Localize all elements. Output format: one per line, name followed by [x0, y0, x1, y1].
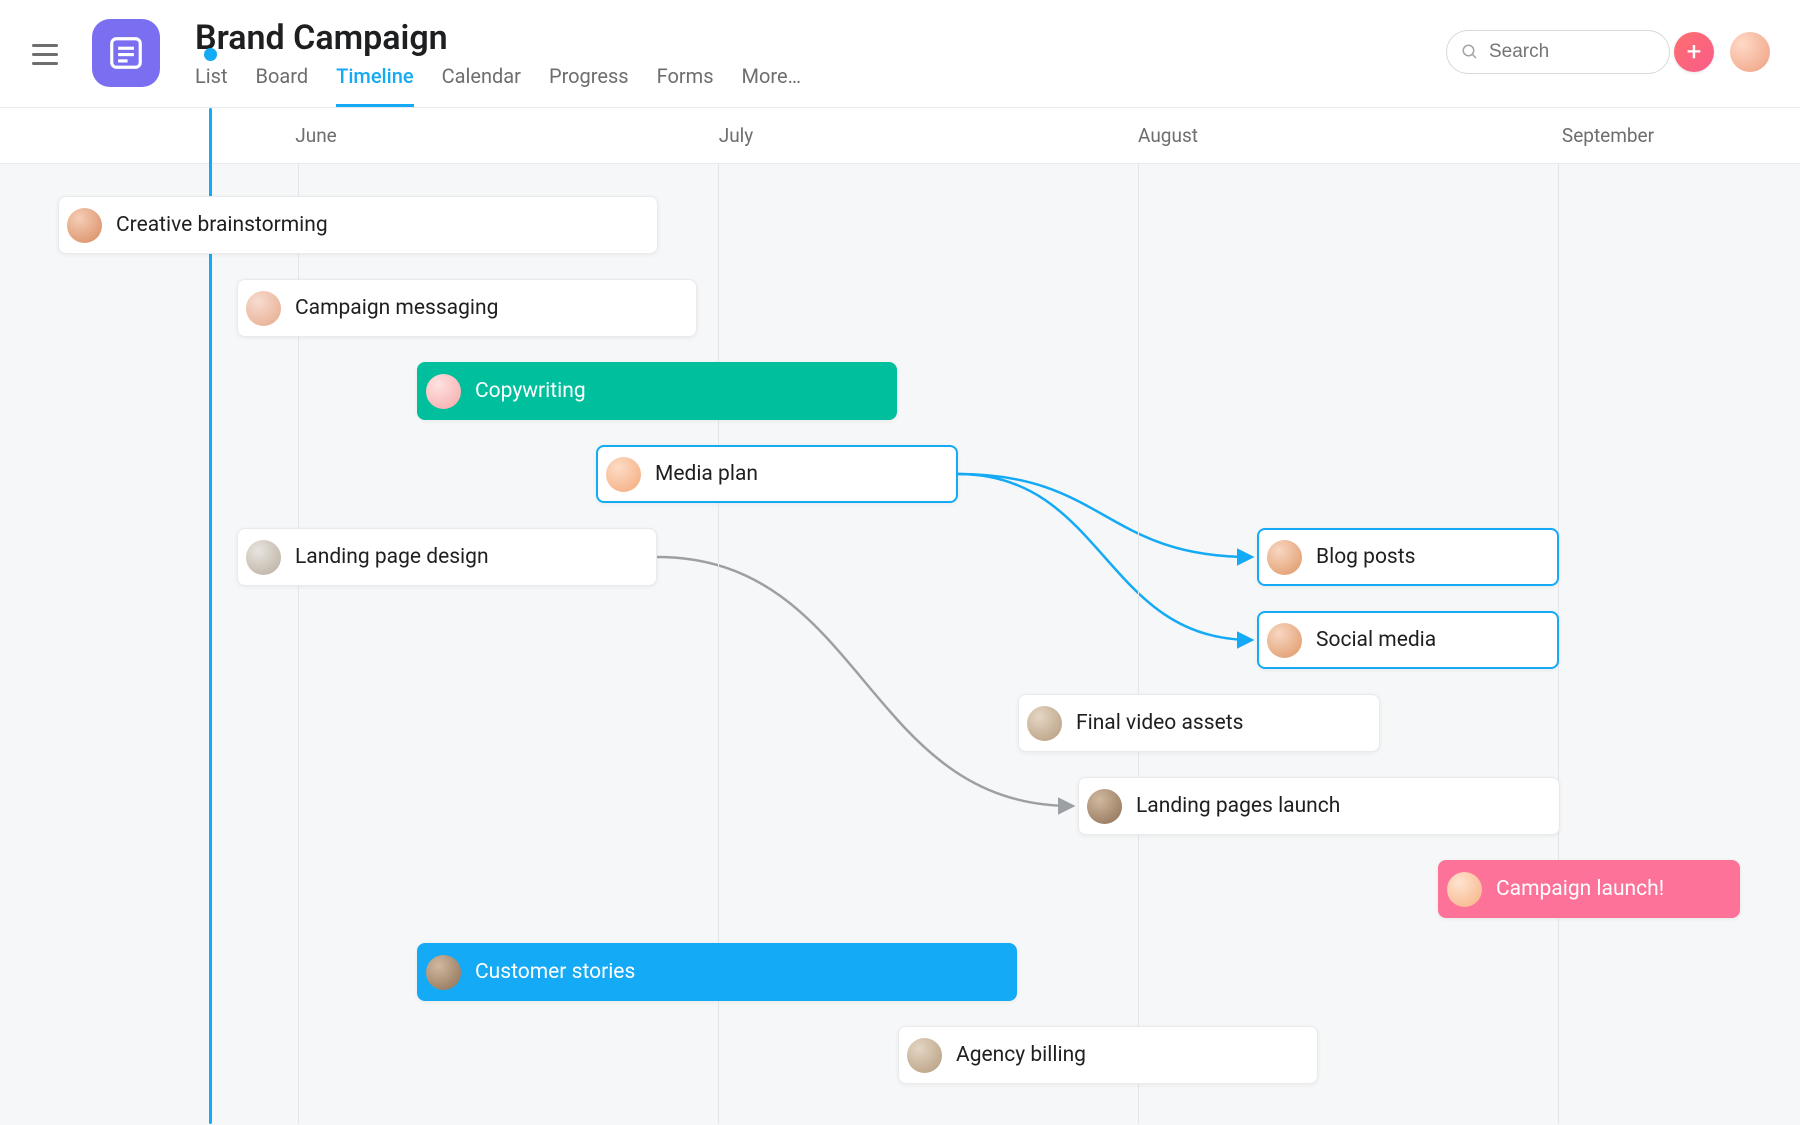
task-card[interactable]: Final video assets — [1018, 694, 1380, 752]
task-label: Blog posts — [1316, 545, 1415, 569]
task-label: Agency billing — [956, 1043, 1086, 1067]
month-label: August — [1138, 124, 1198, 147]
month-label: June — [295, 124, 337, 147]
task-card[interactable]: Customer stories — [417, 943, 1017, 1001]
tab-timeline[interactable]: Timeline — [336, 64, 413, 107]
task-card[interactable]: Blog posts — [1257, 528, 1559, 586]
list-icon — [107, 34, 145, 72]
month-gridline — [1138, 164, 1139, 1124]
assignee-avatar[interactable] — [246, 540, 281, 575]
month-label: September — [1562, 124, 1654, 147]
task-card[interactable]: Landing pages launch — [1078, 777, 1560, 835]
project-icon[interactable] — [92, 19, 160, 87]
task-label: Customer stories — [475, 960, 635, 984]
task-label: Copywriting — [475, 379, 586, 403]
tab-calendar[interactable]: Calendar — [442, 64, 521, 107]
app-header: Brand Campaign List Board Timeline Calendar… — [0, 0, 1800, 108]
assignee-avatar[interactable] — [1267, 623, 1302, 658]
current-user-avatar[interactable] — [1730, 32, 1770, 72]
tab-forms[interactable]: Forms — [657, 64, 714, 107]
dependency-arrow — [958, 474, 1251, 557]
task-card[interactable]: Campaign messaging — [237, 279, 697, 337]
timeline-body[interactable]: Creative brainstorming Campaign messaging… — [0, 164, 1800, 1124]
search-icon — [1461, 43, 1479, 61]
dependency-arrow — [657, 557, 1072, 806]
task-card[interactable]: Agency billing — [898, 1026, 1318, 1084]
add-button[interactable]: + — [1674, 32, 1714, 72]
task-label: Campaign launch! — [1496, 877, 1664, 901]
assignee-avatar[interactable] — [907, 1038, 942, 1073]
view-tabs: List Board Timeline Calendar Progress Forms Mo… — [195, 64, 801, 107]
task-label: Media plan — [655, 462, 758, 486]
task-label: Social media — [1316, 628, 1436, 652]
assignee-avatar[interactable] — [1027, 706, 1062, 741]
assignee-avatar[interactable] — [426, 374, 461, 409]
assignee-avatar[interactable] — [426, 955, 461, 990]
task-label: Creative brainstorming — [116, 213, 328, 237]
task-label: Landing pages launch — [1136, 794, 1340, 818]
hamburger-icon — [32, 44, 58, 47]
month-label: July — [719, 124, 754, 147]
tab-board[interactable]: Board — [256, 64, 309, 107]
tab-progress[interactable]: Progress — [549, 64, 629, 107]
plus-icon: + — [1687, 39, 1702, 65]
task-card[interactable]: Landing page design — [237, 528, 657, 586]
timeline-month-header: June July August September — [0, 108, 1800, 164]
assignee-avatar[interactable] — [1447, 872, 1482, 907]
search-input[interactable] — [1489, 41, 1639, 63]
task-label: Campaign messaging — [295, 296, 498, 320]
tab-more[interactable]: More… — [742, 64, 801, 107]
assignee-avatar[interactable] — [67, 208, 102, 243]
tab-list[interactable]: List — [195, 64, 228, 107]
task-label: Landing page design — [295, 545, 489, 569]
dependency-arrow — [958, 474, 1251, 640]
task-card[interactable]: Copywriting — [417, 362, 897, 420]
task-card[interactable]: Campaign launch! — [1438, 860, 1740, 918]
assignee-avatar[interactable] — [1267, 540, 1302, 575]
assignee-avatar[interactable] — [246, 291, 281, 326]
menu-toggle-button[interactable] — [32, 38, 64, 70]
assignee-avatar[interactable] — [606, 457, 641, 492]
search-field[interactable] — [1446, 30, 1670, 74]
task-card[interactable]: Creative brainstorming — [58, 196, 658, 254]
today-marker — [209, 108, 212, 1124]
page-title: Brand Campaign — [195, 18, 448, 58]
task-card[interactable]: Social media — [1257, 611, 1559, 669]
assignee-avatar[interactable] — [1087, 789, 1122, 824]
task-label: Final video assets — [1076, 711, 1243, 735]
task-card[interactable]: Media plan — [596, 445, 958, 503]
